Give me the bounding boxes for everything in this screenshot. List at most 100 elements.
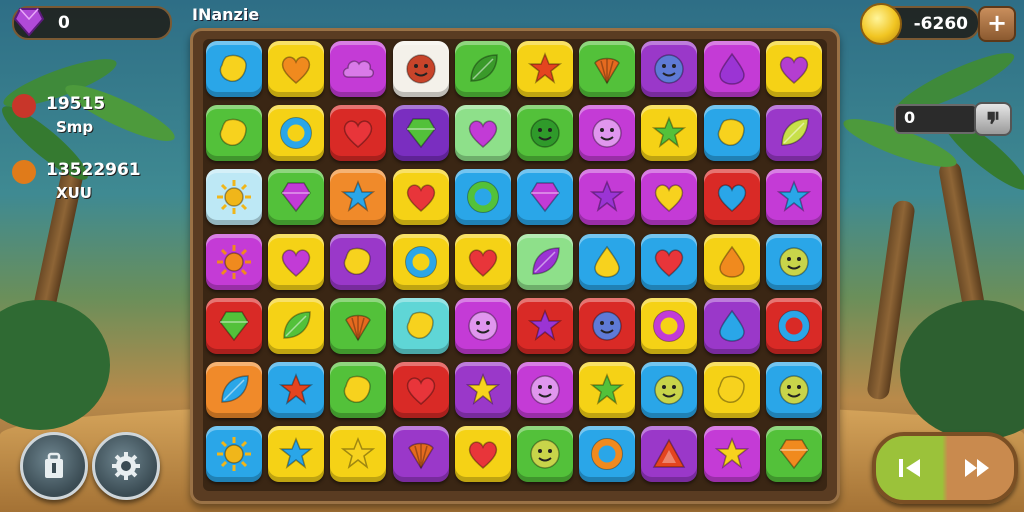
tile[interactable] (454, 105, 511, 162)
settings-button[interactable] (92, 432, 160, 500)
tile[interactable] (268, 105, 325, 162)
tile[interactable] (641, 426, 698, 483)
gem-icon (281, 182, 312, 213)
tile[interactable] (579, 297, 636, 354)
tile[interactable] (206, 169, 262, 226)
heart-icon (468, 120, 498, 149)
leaf-icon (221, 375, 249, 403)
previous-button[interactable] (876, 436, 945, 500)
smiley-coin-icon (860, 3, 902, 45)
game-board (190, 28, 840, 504)
inventory-button[interactable] (20, 432, 88, 500)
tile[interactable] (268, 426, 325, 483)
tile[interactable] (641, 105, 698, 162)
tile[interactable] (703, 169, 760, 226)
tile[interactable] (330, 362, 387, 418)
tile[interactable] (268, 41, 325, 97)
tile[interactable] (454, 169, 511, 226)
creature-face-icon (654, 54, 685, 84)
heart-icon (406, 377, 435, 405)
tile[interactable] (206, 297, 262, 354)
tile[interactable] (392, 169, 449, 226)
tile[interactable] (330, 41, 387, 97)
next-button[interactable] (945, 436, 1014, 500)
tile[interactable] (765, 426, 822, 483)
tile[interactable] (703, 426, 760, 483)
tile[interactable] (392, 297, 449, 354)
tile[interactable] (641, 233, 698, 290)
tile[interactable] (641, 362, 698, 418)
star-icon (652, 116, 687, 149)
tile[interactable] (517, 233, 573, 290)
tile[interactable] (206, 233, 262, 290)
tile[interactable] (392, 426, 449, 483)
sun-icon (217, 180, 251, 215)
creature-face-icon (468, 311, 498, 341)
tile[interactable] (330, 105, 387, 162)
tile[interactable] (641, 41, 698, 97)
tile[interactable] (268, 169, 325, 226)
tile[interactable] (268, 362, 325, 418)
tile[interactable] (641, 169, 698, 226)
stat-value: 13522961 (46, 160, 141, 180)
tile[interactable] (268, 233, 325, 290)
ring-icon (466, 181, 499, 214)
tile[interactable] (579, 105, 636, 162)
tile[interactable] (703, 233, 760, 290)
tile[interactable] (765, 169, 822, 226)
tile[interactable] (703, 41, 760, 97)
heart-icon (468, 248, 498, 277)
tile[interactable] (703, 362, 760, 418)
tile[interactable] (579, 233, 636, 290)
tile[interactable] (579, 169, 636, 226)
level-title: INanzie (192, 5, 260, 24)
tile[interactable] (579, 41, 636, 97)
tile[interactable] (268, 297, 325, 354)
sun-icon (217, 244, 251, 279)
tile[interactable] (517, 362, 573, 418)
tile[interactable] (517, 41, 573, 97)
gem-count: 0 (58, 13, 70, 33)
gem-icon (219, 311, 249, 342)
hint-button[interactable] (974, 102, 1012, 136)
tile[interactable] (454, 297, 511, 354)
sun-icon (217, 437, 251, 472)
tile[interactable] (517, 426, 573, 483)
tile[interactable] (765, 41, 822, 97)
tile[interactable] (579, 426, 636, 483)
tile[interactable] (579, 362, 636, 418)
tile[interactable] (330, 169, 387, 226)
tile[interactable] (703, 297, 760, 354)
tile[interactable] (703, 105, 760, 162)
tile[interactable] (454, 362, 511, 418)
tile[interactable] (765, 362, 822, 418)
tile[interactable] (765, 105, 822, 162)
tile[interactable] (517, 297, 573, 354)
tile[interactable] (454, 233, 511, 290)
tile[interactable] (330, 233, 387, 290)
tile[interactable] (206, 362, 262, 418)
tile[interactable] (206, 426, 262, 483)
add-coins-button[interactable]: + (978, 6, 1016, 42)
tile[interactable] (765, 233, 822, 290)
tile[interactable] (765, 297, 822, 354)
tile[interactable] (392, 105, 449, 162)
tile[interactable] (206, 105, 262, 162)
blob-icon (406, 311, 434, 339)
star-icon (776, 180, 811, 213)
tile[interactable] (206, 41, 262, 97)
tile[interactable] (392, 233, 449, 290)
tile[interactable] (330, 297, 387, 354)
creature-face-icon (530, 375, 560, 405)
heart-gem-icon (13, 8, 45, 37)
coin-counter: -6260 (860, 3, 980, 45)
tile[interactable] (641, 297, 698, 354)
tile[interactable] (454, 41, 511, 97)
tile[interactable] (392, 362, 449, 418)
star-icon (527, 308, 563, 341)
tile[interactable] (330, 426, 387, 483)
tile[interactable] (517, 105, 573, 162)
tile[interactable] (517, 169, 573, 226)
tile[interactable] (454, 426, 511, 483)
tile[interactable] (392, 41, 449, 97)
